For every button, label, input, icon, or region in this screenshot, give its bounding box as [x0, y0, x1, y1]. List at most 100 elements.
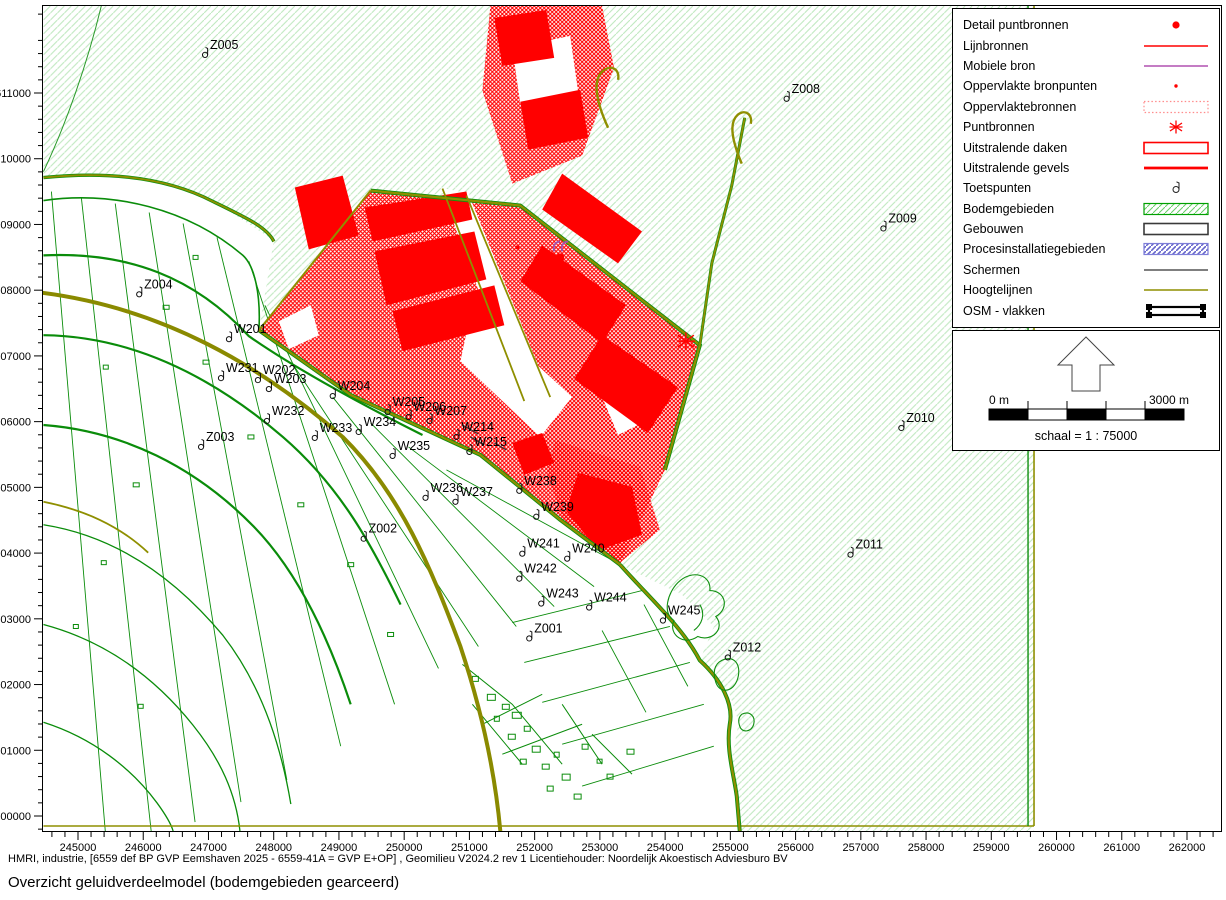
y-axis-tick-label: 609000 [0, 219, 31, 231]
legend-item: Oppervlaktebronnen [963, 97, 1219, 117]
legend-item-symbol-line [1141, 38, 1211, 54]
legend-item-symbol-point-small [1141, 78, 1211, 94]
map-point-label-W201: W201 [234, 322, 267, 336]
map-point-label-W231: W231 [226, 361, 259, 375]
map-point-label-W242: W242 [524, 562, 557, 576]
legend-item: Mobiele bron [963, 56, 1219, 76]
legend-item-label: Bodemgebieden [963, 202, 1141, 216]
x-axis-tick-label: 261000 [1103, 842, 1140, 854]
map-point-label-W233: W233 [320, 421, 353, 435]
legend-item-symbol-hatch-blue [1141, 241, 1211, 257]
map-point-label-W232: W232 [272, 404, 305, 418]
map-point-label-Z011: Z011 [855, 538, 883, 552]
x-axis-tick-label: 262000 [1169, 842, 1206, 854]
legend-item-label: Procesinstallatiegebieden [963, 242, 1141, 256]
y-axis-tick-label: 605000 [0, 482, 31, 494]
legend-item-symbol-hatch-green [1141, 201, 1211, 217]
legend-item: Procesinstallatiegebieden [963, 239, 1219, 259]
legend-item-symbol-line [1141, 58, 1211, 74]
map-point-label-W214: W214 [461, 420, 494, 434]
map-point-label-W239: W239 [541, 500, 574, 514]
legend-item: Lijnbronnen [963, 35, 1219, 55]
scale-max-label: 3000 m [1149, 393, 1189, 407]
map-point-label-W241: W241 [527, 537, 560, 551]
oppervlakte-bronpunt-icon [515, 245, 519, 249]
map-point-label-W245: W245 [668, 604, 701, 618]
y-axis-tick-label: 602000 [0, 680, 31, 692]
legend-item: Gebouwen [963, 219, 1219, 239]
map-point-label-W235: W235 [398, 439, 431, 453]
page: Z005 Z008 Z009 Z004 Z010 Z003 Z002 Z011 Z001 Z012… [0, 0, 1226, 900]
y-axis-tick-label: 607000 [0, 351, 31, 363]
legend-item-symbol-rect [1141, 221, 1211, 237]
y-axis-tick-label: 603000 [0, 614, 31, 626]
legend-item: Bodemgebieden [963, 199, 1219, 219]
legend-item-label: Oppervlaktebronnen [963, 100, 1141, 114]
map-point-label-Z010: Z010 [906, 411, 934, 425]
legend-item-label: Gebouwen [963, 222, 1141, 236]
legend-item: Uitstralende gevels [963, 158, 1219, 178]
legend-item-symbol-line [1141, 262, 1211, 278]
legend-item: Puntbronnen [963, 117, 1219, 137]
y-axis-tick-label: 601000 [0, 745, 31, 757]
north-arrow-icon [1058, 337, 1114, 391]
map-point-label-Z003: Z003 [206, 430, 234, 444]
map-point-label-Z009: Z009 [888, 211, 916, 225]
legend-item-label: Detail puntbronnen [963, 18, 1141, 32]
map-point-label-Z012: Z012 [733, 640, 761, 654]
x-axis-tick-label: 258000 [908, 842, 945, 854]
legend-item: OSM - vlakken [963, 300, 1219, 320]
legend-item: Oppervlakte bronpunten [963, 76, 1219, 96]
scale-min-label: 0 m [989, 393, 1009, 407]
y-axis-tick-label: 611000 [0, 88, 31, 100]
map-point-label-W238: W238 [524, 474, 557, 488]
legend-item-symbol-osm [1141, 303, 1211, 319]
map-point-label-W237: W237 [460, 485, 493, 499]
x-axis-tick-label: 259000 [973, 842, 1010, 854]
legend-item: Hoogtelijnen [963, 280, 1219, 300]
legend-item: Uitstralende daken [963, 137, 1219, 157]
scale-text: schaal = 1 : 75000 [953, 429, 1219, 443]
legend-item-symbol-line-thick [1141, 160, 1211, 176]
map-point-label-Z002: Z002 [369, 522, 397, 536]
legend-item-label: Lijnbronnen [963, 39, 1141, 53]
map-point-label-W215: W215 [474, 435, 507, 449]
map-point-label-Z001: Z001 [534, 621, 562, 635]
y-axis-tick-label: 610000 [0, 154, 31, 166]
map-point-label-W234: W234 [364, 415, 397, 429]
map-point-label-W207: W207 [434, 404, 467, 418]
map-point-label-Z005: Z005 [210, 38, 238, 52]
detail-puntbron-icon [556, 253, 564, 261]
map-point-label-Z004: Z004 [144, 277, 172, 291]
legend-item-symbol-rect [1141, 140, 1211, 156]
legend-item-label: Oppervlakte bronpunten [963, 79, 1141, 93]
legend-item: Schermen [963, 260, 1219, 280]
legend-item-symbol-line [1141, 282, 1211, 298]
map-point-label-Z008: Z008 [792, 82, 820, 96]
legend-item: Toetspunten [963, 178, 1219, 198]
map-point-label-W240: W240 [572, 542, 605, 556]
legend-item-symbol-point-large [1141, 17, 1211, 33]
map-point-label-W244: W244 [594, 591, 627, 605]
y-axis-tick-label: 600000 [0, 811, 31, 823]
legend-item-symbol-rect-dotted [1141, 99, 1211, 115]
legend-item-symbol-toetspunt [1141, 180, 1211, 196]
scale-panel: 0 m 3000 m schaal = 1 : 75000 [952, 330, 1220, 451]
page-title: Overzicht geluidverdeelmodel (bodemgebie… [8, 874, 399, 891]
y-axis-tick-label: 608000 [0, 285, 31, 297]
legend-item-label: Puntbronnen [963, 120, 1141, 134]
y-axis-tick-label: 606000 [0, 417, 31, 429]
map-point-label-W236: W236 [430, 481, 463, 495]
map-point-label-W203: W203 [274, 372, 307, 386]
legend-item-label: Uitstralende daken [963, 141, 1141, 155]
y-axis-tick-label: 604000 [0, 548, 31, 560]
legend-item-label: Uitstralende gevels [963, 161, 1141, 175]
map-point-label-W204: W204 [338, 379, 371, 393]
legend-item: Detail puntbronnen [963, 15, 1219, 35]
legend-panel: Detail puntbronnen Lijnbronnen Mobiele bro… [952, 8, 1220, 328]
x-axis-tick-label: 257000 [842, 842, 879, 854]
legend-item-symbol-asterisk [1141, 119, 1211, 135]
map-point-label-W243: W243 [546, 587, 579, 601]
legend-item-label: Hoogtelijnen [963, 283, 1141, 297]
legend-item-label: Schermen [963, 263, 1141, 277]
